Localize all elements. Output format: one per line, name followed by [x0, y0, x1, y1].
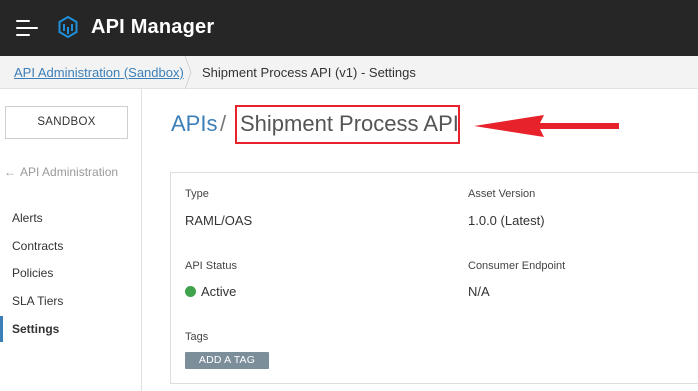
api-status-value: Active — [185, 284, 236, 299]
sidebar: SANDBOX ← API Administration Alerts Contr… — [0, 89, 142, 391]
page-title: Shipment Process API — [240, 111, 459, 136]
api-status-label: API Status — [185, 260, 237, 272]
sidebar-item-contracts[interactable]: Contracts — [0, 233, 141, 259]
sidebar-item-sla-tiers[interactable]: SLA Tiers — [0, 288, 141, 314]
api-status-text: Active — [201, 284, 237, 299]
annotation-arrow-icon — [474, 115, 619, 137]
breadcrumb-current: Shipment Process API (v1) - Settings — [202, 65, 416, 80]
type-label: Type — [185, 188, 209, 200]
environment-button[interactable]: SANDBOX — [5, 106, 128, 139]
consumer-endpoint-label: Consumer Endpoint — [468, 260, 566, 272]
app-title: API Manager — [91, 16, 215, 38]
sidebar-item-settings[interactable]: Settings — [0, 316, 141, 342]
breadcrumb: API Administration (Sandbox) Shipment Pr… — [0, 56, 698, 89]
hamburger-menu-icon[interactable] — [16, 20, 38, 37]
back-link-label: API Administration — [20, 165, 119, 179]
asset-version-label: Asset Version — [468, 188, 536, 200]
sidebar-item-alerts[interactable]: Alerts — [0, 205, 141, 231]
consumer-endpoint-value: N/A — [468, 284, 490, 299]
tags-label: Tags — [185, 331, 209, 343]
type-value: RAML/OAS — [185, 213, 253, 228]
asset-version-value: 1.0.0 (Latest) — [468, 213, 545, 228]
sidebar-item-policies[interactable]: Policies — [0, 260, 141, 286]
arrow-left-icon: ← — [4, 165, 16, 179]
api-manager-logo-icon — [58, 16, 78, 38]
heading-apis-link[interactable]: APIs — [171, 111, 217, 137]
top-bar: API Manager — [0, 0, 698, 56]
breadcrumb-separator-icon — [184, 56, 192, 89]
add-tag-button[interactable]: ADD A TAG — [185, 352, 269, 369]
back-to-api-administration-link[interactable]: ← API Administration — [4, 165, 118, 179]
status-dot-icon — [185, 286, 196, 297]
breadcrumb-parent-link[interactable]: API Administration (Sandbox) — [14, 65, 184, 80]
heading-separator: / — [220, 111, 227, 136]
